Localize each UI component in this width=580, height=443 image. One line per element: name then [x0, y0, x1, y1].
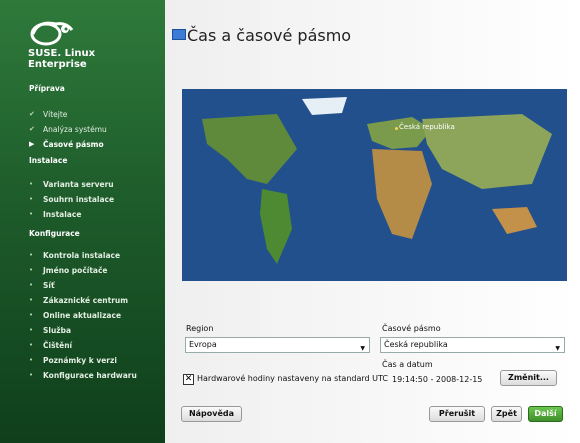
sidebar-item-souhrn: Souhrn instalace — [43, 195, 115, 204]
next-button[interactable]: Další — [528, 406, 563, 422]
bullet-icon: • — [29, 180, 34, 188]
hardware-clock-checkbox[interactable]: ✕ — [183, 374, 194, 385]
current-arrow-icon: ▶ — [29, 140, 35, 148]
sidebar-item-casove-pasmo: Časové pásmo — [43, 140, 104, 149]
help-button[interactable]: Nápověda — [181, 406, 242, 422]
sidebar-item-poznamky: Poznámky k verzi — [43, 356, 117, 365]
map-selected-label: Česká republika — [399, 123, 455, 131]
sidebar-item-hardware: Konfigurace hardwaru — [43, 371, 137, 380]
bullet-icon: • — [29, 251, 34, 259]
sidebar-item-jmeno: Jméno počítače — [43, 266, 108, 275]
sidebar-item-kontrola: Kontrola instalace — [43, 251, 121, 260]
bullet-icon: • — [29, 341, 34, 349]
bullet-icon: • — [29, 195, 34, 203]
sidebar-item-instalace: Instalace — [43, 210, 82, 219]
time-date-value: 19:14:50 - 2008-12-15 — [392, 375, 483, 384]
bullet-icon: • — [29, 210, 34, 218]
section-konfigurace: Konfigurace — [29, 229, 80, 238]
brand-line-2: Enterprise — [28, 59, 87, 70]
section-priprava: Příprava — [29, 84, 65, 93]
bullet-icon: • — [29, 371, 34, 379]
brand-line-1: SUSE. Linux — [28, 48, 96, 59]
back-button[interactable]: Zpět — [491, 406, 522, 422]
change-button[interactable]: Změnit... — [500, 370, 557, 386]
sidebar-item-online: Online aktualizace — [43, 311, 122, 320]
world-map[interactable]: Česká republika — [182, 89, 567, 281]
hardware-clock-label: Hardwarové hodiny nastaveny na standard … — [197, 374, 388, 383]
bullet-icon: • — [29, 326, 34, 334]
sidebar-item-vitejte: Vítejte — [43, 110, 68, 119]
abort-button[interactable]: Přerušit — [429, 406, 485, 422]
city-marker[interactable] — [395, 127, 398, 130]
page-title: Čas a časové pásmo — [187, 26, 352, 45]
sidebar-item-analyza: Analýza systému — [43, 125, 107, 134]
bullet-icon: • — [29, 311, 34, 319]
sidebar: SUSE. Linux Enterprise Příprava ✔ Vítejt… — [0, 0, 165, 443]
bullet-icon: • — [29, 266, 34, 274]
map-icon — [172, 29, 186, 40]
timezone-label: Časové pásmo — [382, 324, 441, 333]
brand-name: SUSE. Linux Enterprise — [28, 48, 95, 70]
timezone-select[interactable]: Česká republika ▼ — [380, 337, 565, 353]
world-map-image — [182, 89, 567, 281]
sidebar-item-varianta: Varianta serveru — [43, 180, 114, 189]
chevron-down-icon: ▼ — [360, 345, 365, 352]
check-icon: ✔ — [29, 110, 35, 118]
bullet-icon: • — [29, 296, 34, 304]
sidebar-item-cisteni: Čištění — [43, 341, 73, 350]
region-label: Region — [186, 324, 214, 333]
sidebar-item-sluzba: Služba — [43, 326, 72, 335]
sidebar-item-zakaznicke: Zákaznické centrum — [43, 296, 129, 305]
sidebar-item-sit: Síť — [43, 281, 55, 290]
bullet-icon: • — [29, 281, 34, 289]
bullet-icon: • — [29, 356, 34, 364]
timezone-value: Česká republika — [384, 340, 448, 349]
section-instalace: Instalace — [29, 156, 68, 165]
region-value: Evropa — [189, 340, 217, 349]
suse-logo-icon — [30, 21, 74, 46]
check-icon: ✔ — [29, 125, 35, 133]
region-select[interactable]: Evropa ▼ — [185, 337, 370, 353]
time-date-label: Čas a datum — [382, 360, 433, 369]
chevron-down-icon: ▼ — [555, 345, 560, 352]
